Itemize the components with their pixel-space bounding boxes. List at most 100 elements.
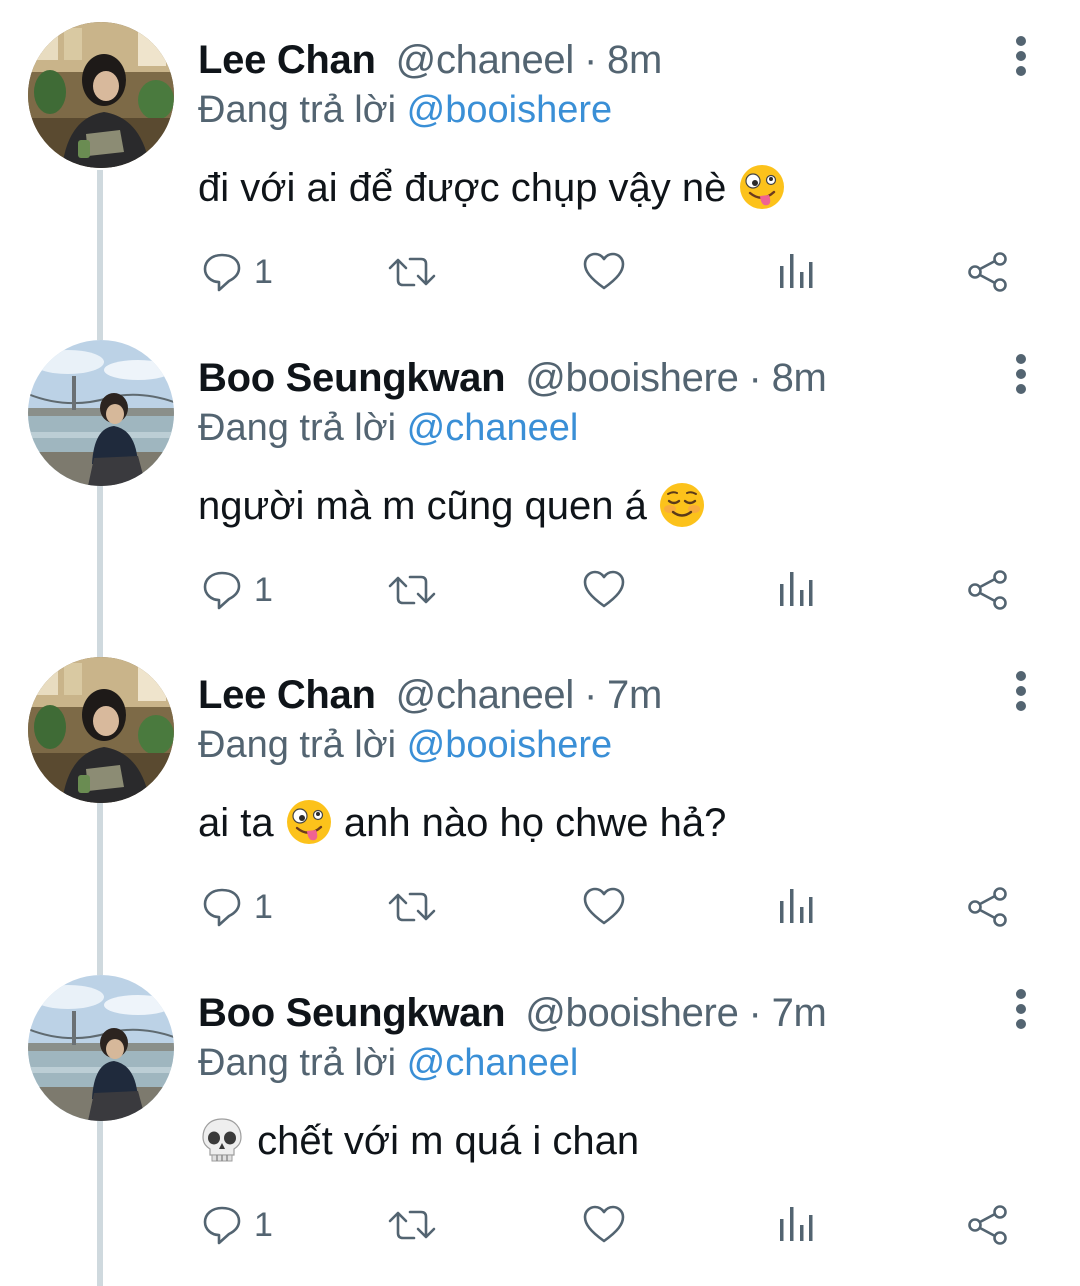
user-handle[interactable]: @booishere <box>525 991 739 1035</box>
timestamp[interactable]: 7m <box>607 673 662 717</box>
replying-to-label: Đang trả lời <box>198 407 397 449</box>
tweet-reply[interactable]: Boo Seungkwan @booishere · 8m Đang trả lời … <box>0 318 1080 636</box>
reply-count: 1 <box>254 888 273 926</box>
reply-button[interactable] <box>200 250 244 294</box>
share-button[interactable] <box>966 250 1010 294</box>
display-name[interactable]: Lee Chan <box>198 673 376 717</box>
replying-to-handle[interactable]: @booishere <box>407 724 612 766</box>
like-button[interactable] <box>582 250 626 294</box>
replying-to-label: Đang trả lời <box>198 1042 397 1084</box>
more-vertical-icon <box>1016 671 1026 681</box>
user-handle[interactable]: @chaneel <box>396 38 575 82</box>
avatar[interactable] <box>28 22 174 168</box>
more-vertical-icon <box>1016 989 1026 999</box>
user-handle[interactable]: @chaneel <box>396 673 575 717</box>
tweet-reply[interactable]: Lee Chan @chaneel · 8m Đang trả lời @booish… <box>0 0 1080 318</box>
reply-icon <box>200 568 244 612</box>
user-handle[interactable]: @booishere <box>525 356 739 400</box>
like-icon <box>582 250 626 294</box>
avatar[interactable] <box>28 340 174 486</box>
views-icon <box>776 568 816 612</box>
skull-emoji-icon <box>198 1116 246 1164</box>
retweet-icon <box>386 885 438 929</box>
replying-to: Đang trả lời @chaneel <box>198 402 578 454</box>
views-button[interactable] <box>776 250 816 294</box>
retweet-button[interactable] <box>386 250 438 294</box>
tweet-text-end: anh nào họ chwe hả? <box>332 801 727 845</box>
replying-to-handle[interactable]: @booishere <box>407 89 612 131</box>
like-icon <box>582 1203 626 1247</box>
tweet-reply[interactable]: Boo Seungkwan @booishere · 7m Đang trả lời … <box>0 953 1080 1271</box>
reply-icon <box>200 1203 244 1247</box>
reply-button[interactable] <box>200 1203 244 1247</box>
more-vertical-icon <box>1016 36 1026 46</box>
replying-to-handle[interactable]: @chaneel <box>407 1042 579 1084</box>
separator-dot: · <box>748 356 762 400</box>
separator-dot: · <box>583 673 597 717</box>
views-icon <box>776 250 816 294</box>
replying-to-handle[interactable]: @chaneel <box>407 407 579 449</box>
reply-button[interactable] <box>200 885 244 929</box>
retweet-button[interactable] <box>386 1203 438 1247</box>
tweet-text-end: chết với m quá i chan <box>246 1119 640 1163</box>
tweet-actions: 1 <box>0 250 1080 294</box>
share-button[interactable] <box>966 568 1010 612</box>
avatar[interactable] <box>28 975 174 1121</box>
more-options-button[interactable] <box>1002 34 1042 78</box>
tweet-actions: 1 <box>0 568 1080 612</box>
reply-count: 1 <box>254 253 273 291</box>
reply-count: 1 <box>254 571 273 609</box>
like-button[interactable] <box>582 1203 626 1247</box>
share-icon <box>966 1203 1010 1247</box>
timestamp[interactable]: 8m <box>772 356 827 400</box>
like-button[interactable] <box>582 885 626 929</box>
avatar[interactable] <box>28 657 174 803</box>
replying-to-label: Đang trả lời <box>198 724 397 766</box>
zany-face-emoji-icon <box>285 798 333 846</box>
tweet-text: chết với m quá i chan <box>198 1113 639 1169</box>
display-name[interactable]: Boo Seungkwan <box>198 991 506 1035</box>
views-icon <box>776 1203 816 1247</box>
more-options-button[interactable] <box>1002 987 1042 1031</box>
more-options-button[interactable] <box>1002 352 1042 396</box>
tweet-text-start: đi với ai để được chụp vậy nè <box>198 166 738 210</box>
reply-icon <box>200 885 244 929</box>
share-button[interactable] <box>966 1203 1010 1247</box>
zany-face-emoji-icon <box>738 163 786 211</box>
separator-dot: · <box>748 991 762 1035</box>
timestamp[interactable]: 7m <box>772 991 827 1035</box>
like-button[interactable] <box>582 568 626 612</box>
share-button[interactable] <box>966 885 1010 929</box>
tweet-header: Boo Seungkwan @booishere · 7m <box>198 987 827 1039</box>
tweet-header: Boo Seungkwan @booishere · 8m <box>198 352 827 404</box>
smiling-face-emoji-icon <box>658 481 706 529</box>
tweet-header: Lee Chan @chaneel · 8m <box>198 34 662 86</box>
replying-to: Đang trả lời @booishere <box>198 719 612 771</box>
display-name[interactable]: Boo Seungkwan <box>198 356 506 400</box>
replying-to-label: Đang trả lời <box>198 89 397 131</box>
timestamp[interactable]: 8m <box>607 38 662 82</box>
more-options-button[interactable] <box>1002 669 1042 713</box>
views-icon <box>776 885 816 929</box>
retweet-button[interactable] <box>386 568 438 612</box>
tweet-header: Lee Chan @chaneel · 7m <box>198 669 662 721</box>
replying-to: Đang trả lời @chaneel <box>198 1037 578 1089</box>
views-button[interactable] <box>776 568 816 612</box>
reply-icon <box>200 250 244 294</box>
replying-to: Đang trả lời @booishere <box>198 84 612 136</box>
separator-dot: · <box>583 38 597 82</box>
retweet-button[interactable] <box>386 885 438 929</box>
retweet-icon <box>386 568 438 612</box>
tweet-text-start: người mà m cũng quen á <box>198 484 658 528</box>
display-name[interactable]: Lee Chan <box>198 38 376 82</box>
tweet-text: đi với ai để được chụp vậy nè <box>198 160 786 216</box>
more-vertical-icon <box>1016 354 1026 364</box>
tweet-text: người mà m cũng quen á <box>198 478 706 534</box>
tweet-reply[interactable]: Lee Chan @chaneel · 7m Đang trả lời @booish… <box>0 635 1080 953</box>
reply-button[interactable] <box>200 568 244 612</box>
reply-count: 1 <box>254 1206 273 1244</box>
views-button[interactable] <box>776 885 816 929</box>
share-icon <box>966 568 1010 612</box>
views-button[interactable] <box>776 1203 816 1247</box>
retweet-icon <box>386 250 438 294</box>
